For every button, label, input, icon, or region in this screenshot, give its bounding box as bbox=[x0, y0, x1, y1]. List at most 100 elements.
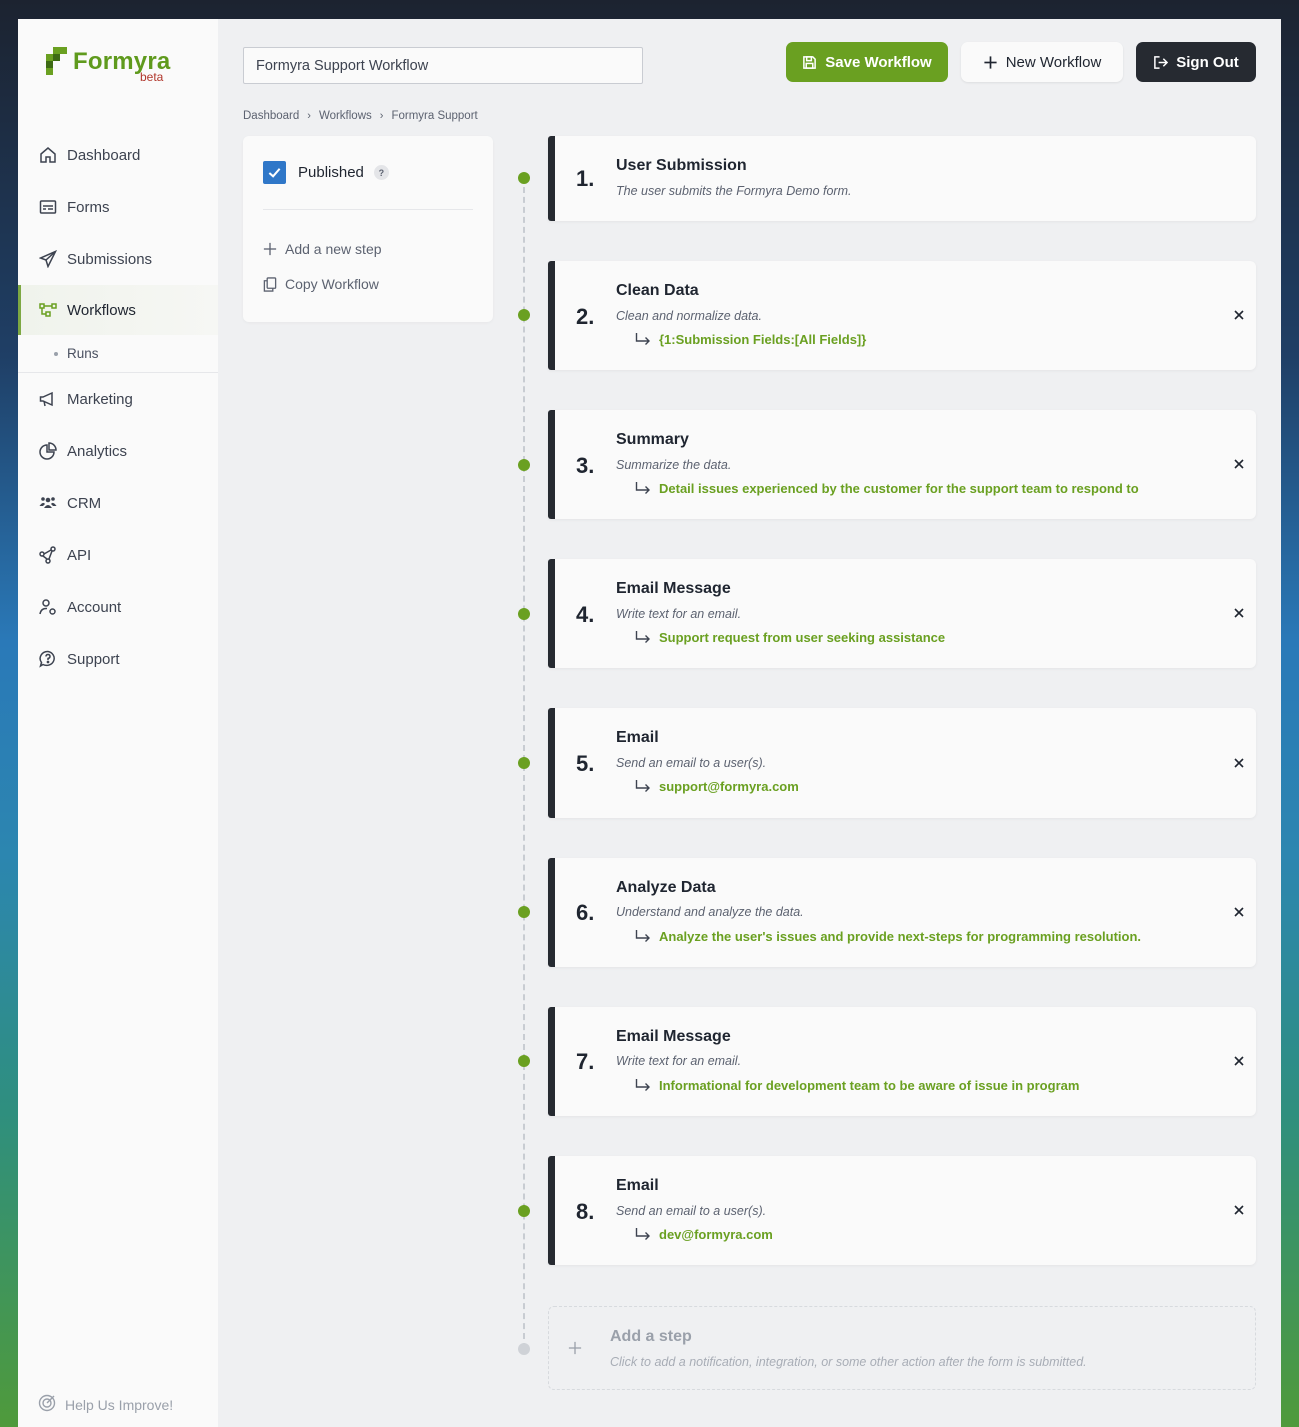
sidebar-item-label: API bbox=[67, 546, 92, 564]
step-number: 8. bbox=[576, 1199, 595, 1224]
workflow-step[interactable]: 3. Summary Summarize the data. Detail is… bbox=[548, 410, 1256, 519]
sign-out-label: Sign Out bbox=[1176, 53, 1239, 71]
breadcrumb-workflows[interactable]: Workflows bbox=[319, 110, 372, 122]
chevron-right-icon: › bbox=[307, 110, 311, 122]
step-title: Summary bbox=[616, 431, 689, 448]
sidebar-subitem-label: Runs bbox=[67, 346, 99, 361]
sign-out-button[interactable]: Sign Out bbox=[1136, 42, 1256, 82]
remove-step-button[interactable] bbox=[1230, 604, 1248, 622]
sidebar-item-dashboard[interactable]: Dashboard bbox=[18, 129, 218, 181]
sidebar-subitem-runs[interactable]: Runs bbox=[18, 335, 218, 373]
step-number: 6. bbox=[576, 900, 595, 925]
step-description: Summarize the data. bbox=[616, 458, 732, 472]
help-label: Help Us Improve! bbox=[65, 1396, 174, 1413]
step-title: Email bbox=[616, 729, 659, 746]
remove-step-button[interactable] bbox=[1230, 1201, 1248, 1219]
step-title: User Submission bbox=[616, 157, 747, 174]
sidebar: Formyra beta Dashboard Forms Submissions… bbox=[18, 19, 218, 1427]
plus-icon bbox=[568, 1341, 582, 1355]
step-number: 4. bbox=[576, 602, 595, 627]
step-input-ref: {1:Submission Fields:[All Fields]} bbox=[635, 332, 866, 347]
sidebar-item-label: Account bbox=[67, 598, 122, 616]
remove-step-button[interactable] bbox=[1230, 306, 1248, 324]
step-description: Write text for an email. bbox=[616, 1054, 742, 1068]
remove-step-button[interactable] bbox=[1230, 1052, 1248, 1070]
logo[interactable]: Formyra beta bbox=[46, 47, 186, 97]
step-description: Clean and normalize data. bbox=[616, 309, 762, 323]
arrow-return-icon bbox=[635, 1079, 651, 1092]
logo-mark-icon bbox=[46, 47, 68, 75]
brand-tag: beta bbox=[140, 70, 164, 84]
step-title: Email Message bbox=[616, 580, 731, 597]
remove-step-button[interactable] bbox=[1230, 455, 1248, 473]
form-icon bbox=[38, 197, 58, 217]
megaphone-icon bbox=[38, 389, 58, 409]
timeline-dot bbox=[518, 608, 530, 620]
workflow-name-input[interactable] bbox=[243, 47, 643, 84]
step-number: 1. bbox=[576, 166, 595, 191]
chevron-right-icon: › bbox=[379, 110, 384, 122]
published-checkbox[interactable] bbox=[263, 161, 286, 184]
workflow-step[interactable]: 1. User Submission The user submits the … bbox=[548, 136, 1256, 221]
save-workflow-button[interactable]: Save Workflow bbox=[786, 42, 948, 82]
remove-step-button[interactable] bbox=[1230, 903, 1248, 921]
paper-plane-icon bbox=[38, 249, 58, 269]
sidebar-item-crm[interactable]: CRM bbox=[18, 477, 218, 529]
workflow-step[interactable]: 8. Email Send an email to a user(s). dev… bbox=[548, 1156, 1256, 1265]
workflow-step[interactable]: 4. Email Message Write text for an email… bbox=[548, 559, 1256, 668]
sidebar-item-forms[interactable]: Forms bbox=[18, 181, 218, 233]
sidebar-item-label: Workflows bbox=[67, 301, 136, 319]
sidebar-item-account[interactable]: Account bbox=[18, 581, 218, 633]
sidebar-item-support[interactable]: Support bbox=[18, 633, 218, 685]
help-improve-link[interactable]: Help Us Improve! bbox=[38, 1394, 173, 1415]
remove-step-button[interactable] bbox=[1230, 754, 1248, 772]
sidebar-item-workflows[interactable]: Workflows bbox=[18, 285, 218, 335]
step-input-ref: Analyze the user's issues and provide ne… bbox=[635, 929, 1141, 944]
sidebar-item-submissions[interactable]: Submissions bbox=[18, 233, 218, 285]
new-workflow-button[interactable]: New Workflow bbox=[961, 42, 1123, 82]
step-ref-text: Informational for development team to be… bbox=[659, 1078, 1080, 1093]
users-icon bbox=[38, 493, 58, 513]
copy-workflow-button[interactable]: Copy Workflow bbox=[263, 276, 379, 292]
step-number: 7. bbox=[576, 1049, 595, 1074]
breadcrumb-current: Formyra Support bbox=[391, 110, 478, 122]
workflow-step[interactable]: 5. Email Send an email to a user(s). sup… bbox=[548, 708, 1256, 818]
sidebar-item-analytics[interactable]: Analytics bbox=[18, 425, 218, 477]
step-input-ref: Support request from user seeking assist… bbox=[635, 630, 945, 645]
timeline-dot bbox=[518, 309, 530, 321]
add-new-step-label: Add a new step bbox=[285, 241, 382, 257]
sidebar-item-marketing[interactable]: Marketing bbox=[18, 373, 218, 425]
step-description: Send an email to a user(s). bbox=[616, 756, 767, 770]
save-workflow-label: Save Workflow bbox=[825, 53, 932, 71]
add-step-card[interactable]: Add a step Click to add a notification, … bbox=[548, 1306, 1256, 1390]
step-description: Send an email to a user(s). bbox=[616, 1204, 767, 1218]
workflow-step[interactable]: 7. Email Message Write text for an email… bbox=[548, 1007, 1256, 1116]
close-icon bbox=[1234, 907, 1244, 917]
add-new-step-button[interactable]: Add a new step bbox=[263, 241, 382, 257]
workflow-icon bbox=[38, 300, 58, 320]
help-tooltip-icon[interactable]: ? bbox=[373, 165, 389, 180]
step-number: 3. bbox=[576, 453, 595, 478]
step-ref-text: support@formyra.com bbox=[659, 779, 799, 794]
sidebar-item-label: Submissions bbox=[67, 250, 153, 268]
close-icon bbox=[1234, 1205, 1244, 1215]
close-icon bbox=[1234, 310, 1244, 320]
breadcrumb: Dashboard › Workflows › Formyra Support bbox=[243, 110, 478, 122]
pie-chart-icon bbox=[38, 441, 58, 461]
sidebar-item-label: Dashboard bbox=[67, 146, 141, 164]
plus-icon bbox=[983, 55, 998, 70]
breadcrumb-dashboard[interactable]: Dashboard bbox=[243, 110, 299, 122]
sidebar-item-api[interactable]: API bbox=[18, 529, 218, 581]
timeline-dot bbox=[518, 906, 530, 918]
workflow-step[interactable]: 6. Analyze Data Understand and analyze t… bbox=[548, 858, 1256, 967]
timeline-dot bbox=[518, 459, 530, 471]
step-description: Write text for an email. bbox=[616, 607, 742, 621]
check-icon bbox=[268, 168, 281, 178]
step-input-ref: dev@formyra.com bbox=[635, 1227, 773, 1242]
plus-icon bbox=[263, 242, 277, 256]
add-step-description: Click to add a notification, integration… bbox=[610, 1355, 1087, 1369]
workflow-step[interactable]: 2. Clean Data Clean and normalize data. … bbox=[548, 261, 1256, 370]
divider bbox=[263, 209, 473, 210]
step-input-ref: Informational for development team to be… bbox=[635, 1078, 1079, 1093]
step-title: Email bbox=[616, 1177, 659, 1194]
